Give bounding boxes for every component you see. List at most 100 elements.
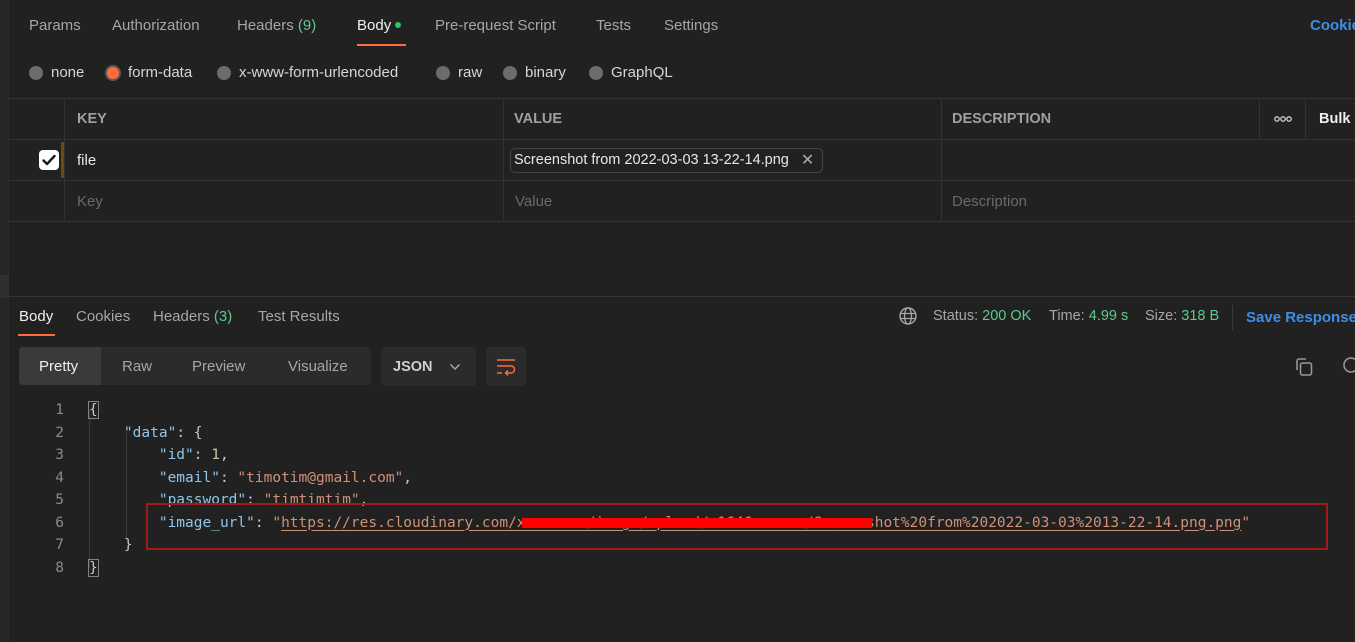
remove-file-icon[interactable]: ✕ bbox=[801, 150, 814, 170]
description-input[interactable]: Description bbox=[941, 181, 1259, 221]
tab-label: Body bbox=[357, 17, 392, 34]
left-rail bbox=[0, 0, 9, 642]
json-string: "timotim@gmail.com" bbox=[237, 469, 404, 486]
header-checkbox-cell bbox=[9, 99, 64, 139]
tab-headers[interactable]: Headers (9) bbox=[237, 17, 316, 34]
size-value[interactable]: 318 B bbox=[1181, 308, 1219, 324]
row-checkbox-cell bbox=[9, 140, 64, 180]
description-cell[interactable] bbox=[941, 140, 1259, 180]
status-readout: Status: 200 OK bbox=[933, 308, 1031, 324]
view-mode-segmented-control: Pretty Raw Preview Visualize bbox=[19, 347, 371, 385]
radio-x-www-form-urlencoded[interactable]: x-www-form-urlencoded bbox=[217, 64, 398, 81]
tab-label: Body bbox=[19, 308, 54, 325]
table-row-empty: Key Value Description bbox=[9, 181, 1355, 222]
active-tab-underline bbox=[357, 44, 406, 46]
tab-label: Pre-request Script bbox=[435, 17, 556, 34]
globe-icon bbox=[899, 307, 917, 325]
line-number: 4 bbox=[55, 469, 64, 486]
format-selected-value: JSON bbox=[393, 358, 433, 375]
value-placeholder: Value bbox=[515, 192, 553, 210]
column-header-value: VALUE bbox=[503, 99, 941, 139]
radio-label: binary bbox=[525, 64, 566, 81]
view-mode-pretty[interactable]: Pretty bbox=[19, 347, 101, 385]
response-tab-cookies[interactable]: Cookies bbox=[76, 308, 130, 325]
json-key: "data" bbox=[123, 424, 177, 441]
view-mode-raw[interactable]: Raw bbox=[101, 347, 172, 385]
headers-count: (3) bbox=[213, 308, 233, 325]
tab-label: Settings bbox=[664, 17, 719, 34]
radio-none[interactable]: none bbox=[29, 64, 84, 81]
save-response-button[interactable]: Save Response bbox=[1246, 309, 1355, 326]
line-number: 1 bbox=[55, 402, 64, 418]
search-icon bbox=[1343, 357, 1355, 373]
json-brace: } bbox=[123, 537, 133, 553]
radio-binary[interactable]: binary bbox=[503, 64, 566, 81]
radio-graphql[interactable]: GraphQL bbox=[589, 64, 673, 81]
table-row: file Screenshot from 2022-03-03 13-22-14… bbox=[9, 140, 1355, 181]
divider bbox=[1232, 305, 1233, 330]
wrap-lines-icon bbox=[497, 358, 516, 376]
time-readout: Time: 4.99 s bbox=[1049, 308, 1128, 324]
radio-raw[interactable]: raw bbox=[436, 64, 482, 81]
radio-label: none bbox=[51, 64, 85, 81]
response-body-code[interactable]: 1{ 2 "data": { 3 "id": 1, 4 "email": "ti… bbox=[9, 399, 1355, 579]
tab-label: Authorization bbox=[112, 17, 200, 34]
json-key: "id" bbox=[158, 447, 194, 463]
response-tab-test-results[interactable]: Test Results bbox=[258, 308, 340, 325]
tab-params[interactable]: Params bbox=[29, 17, 81, 34]
headers-count: (9) bbox=[297, 17, 317, 34]
key-cell[interactable]: file bbox=[64, 140, 503, 180]
key-input[interactable]: Key bbox=[64, 181, 503, 221]
format-select[interactable]: JSON bbox=[381, 347, 476, 386]
checkmark-icon bbox=[42, 154, 56, 166]
form-data-table: KEY VALUE DESCRIPTION Bulk Edit file Scr… bbox=[9, 98, 1355, 222]
response-tab-headers[interactable]: Headers (3) bbox=[153, 308, 232, 325]
tab-body[interactable]: Body bbox=[357, 17, 402, 34]
pane-divider[interactable] bbox=[9, 296, 1355, 297]
active-response-tab-underline bbox=[18, 334, 55, 336]
tab-label: Tests bbox=[596, 17, 632, 34]
code-line: 2 "data": { bbox=[9, 422, 1355, 445]
network-info-button[interactable] bbox=[898, 306, 918, 331]
tab-authorization[interactable]: Authorization bbox=[112, 17, 200, 34]
search-button[interactable] bbox=[1342, 356, 1355, 378]
value-cell[interactable]: Screenshot from 2022-03-03 13-22-14.png … bbox=[503, 140, 941, 180]
row-checkbox-cell bbox=[9, 181, 64, 221]
response-tab-body[interactable]: Body bbox=[19, 308, 53, 325]
more-options-button[interactable] bbox=[1259, 99, 1305, 139]
cookies-link[interactable]: Cookies bbox=[1310, 17, 1355, 34]
copy-button[interactable] bbox=[1292, 356, 1316, 378]
tab-tests[interactable]: Tests bbox=[596, 17, 631, 34]
line-number: 5 bbox=[55, 492, 64, 508]
tab-pre-request-script[interactable]: Pre-request Script bbox=[435, 17, 556, 34]
line-number: 8 bbox=[55, 559, 64, 576]
time-value[interactable]: 4.99 s bbox=[1089, 308, 1129, 324]
value-input[interactable]: Value bbox=[503, 181, 941, 221]
modified-indicator-icon bbox=[395, 22, 402, 29]
radio-form-data[interactable]: form-data bbox=[106, 64, 192, 81]
resize-handle[interactable] bbox=[0, 275, 9, 298]
radio-label: GraphQL bbox=[611, 64, 673, 81]
radio-circle-icon bbox=[217, 65, 231, 80]
description-placeholder: Description bbox=[952, 192, 1028, 210]
wrap-lines-button[interactable] bbox=[486, 347, 526, 386]
matched-brace: } bbox=[88, 558, 99, 577]
radio-circle-icon bbox=[589, 65, 603, 80]
key-text: file bbox=[77, 151, 97, 169]
body-type-radio-group: none form-data x-www-form-urlencoded raw… bbox=[9, 58, 1355, 88]
status-value[interactable]: 200 OK bbox=[982, 308, 1031, 324]
radio-label: raw bbox=[458, 64, 483, 81]
row-enabled-checkbox[interactable] bbox=[39, 150, 59, 170]
line-number: 3 bbox=[55, 447, 64, 463]
code-line: 1{ bbox=[9, 399, 1355, 422]
view-mode-visualize[interactable]: Visualize bbox=[268, 347, 371, 385]
radio-circle-icon bbox=[503, 65, 517, 80]
tab-settings[interactable]: Settings bbox=[664, 17, 718, 34]
code-line: 8} bbox=[9, 557, 1355, 580]
view-mode-preview[interactable]: Preview bbox=[172, 347, 268, 385]
tab-label: Headers bbox=[153, 308, 210, 325]
tab-label: Test Results bbox=[258, 308, 340, 325]
size-label: Size: bbox=[1145, 308, 1178, 324]
bulk-edit-button[interactable]: Bulk Edit bbox=[1305, 99, 1355, 139]
tab-label: Params bbox=[29, 17, 81, 34]
